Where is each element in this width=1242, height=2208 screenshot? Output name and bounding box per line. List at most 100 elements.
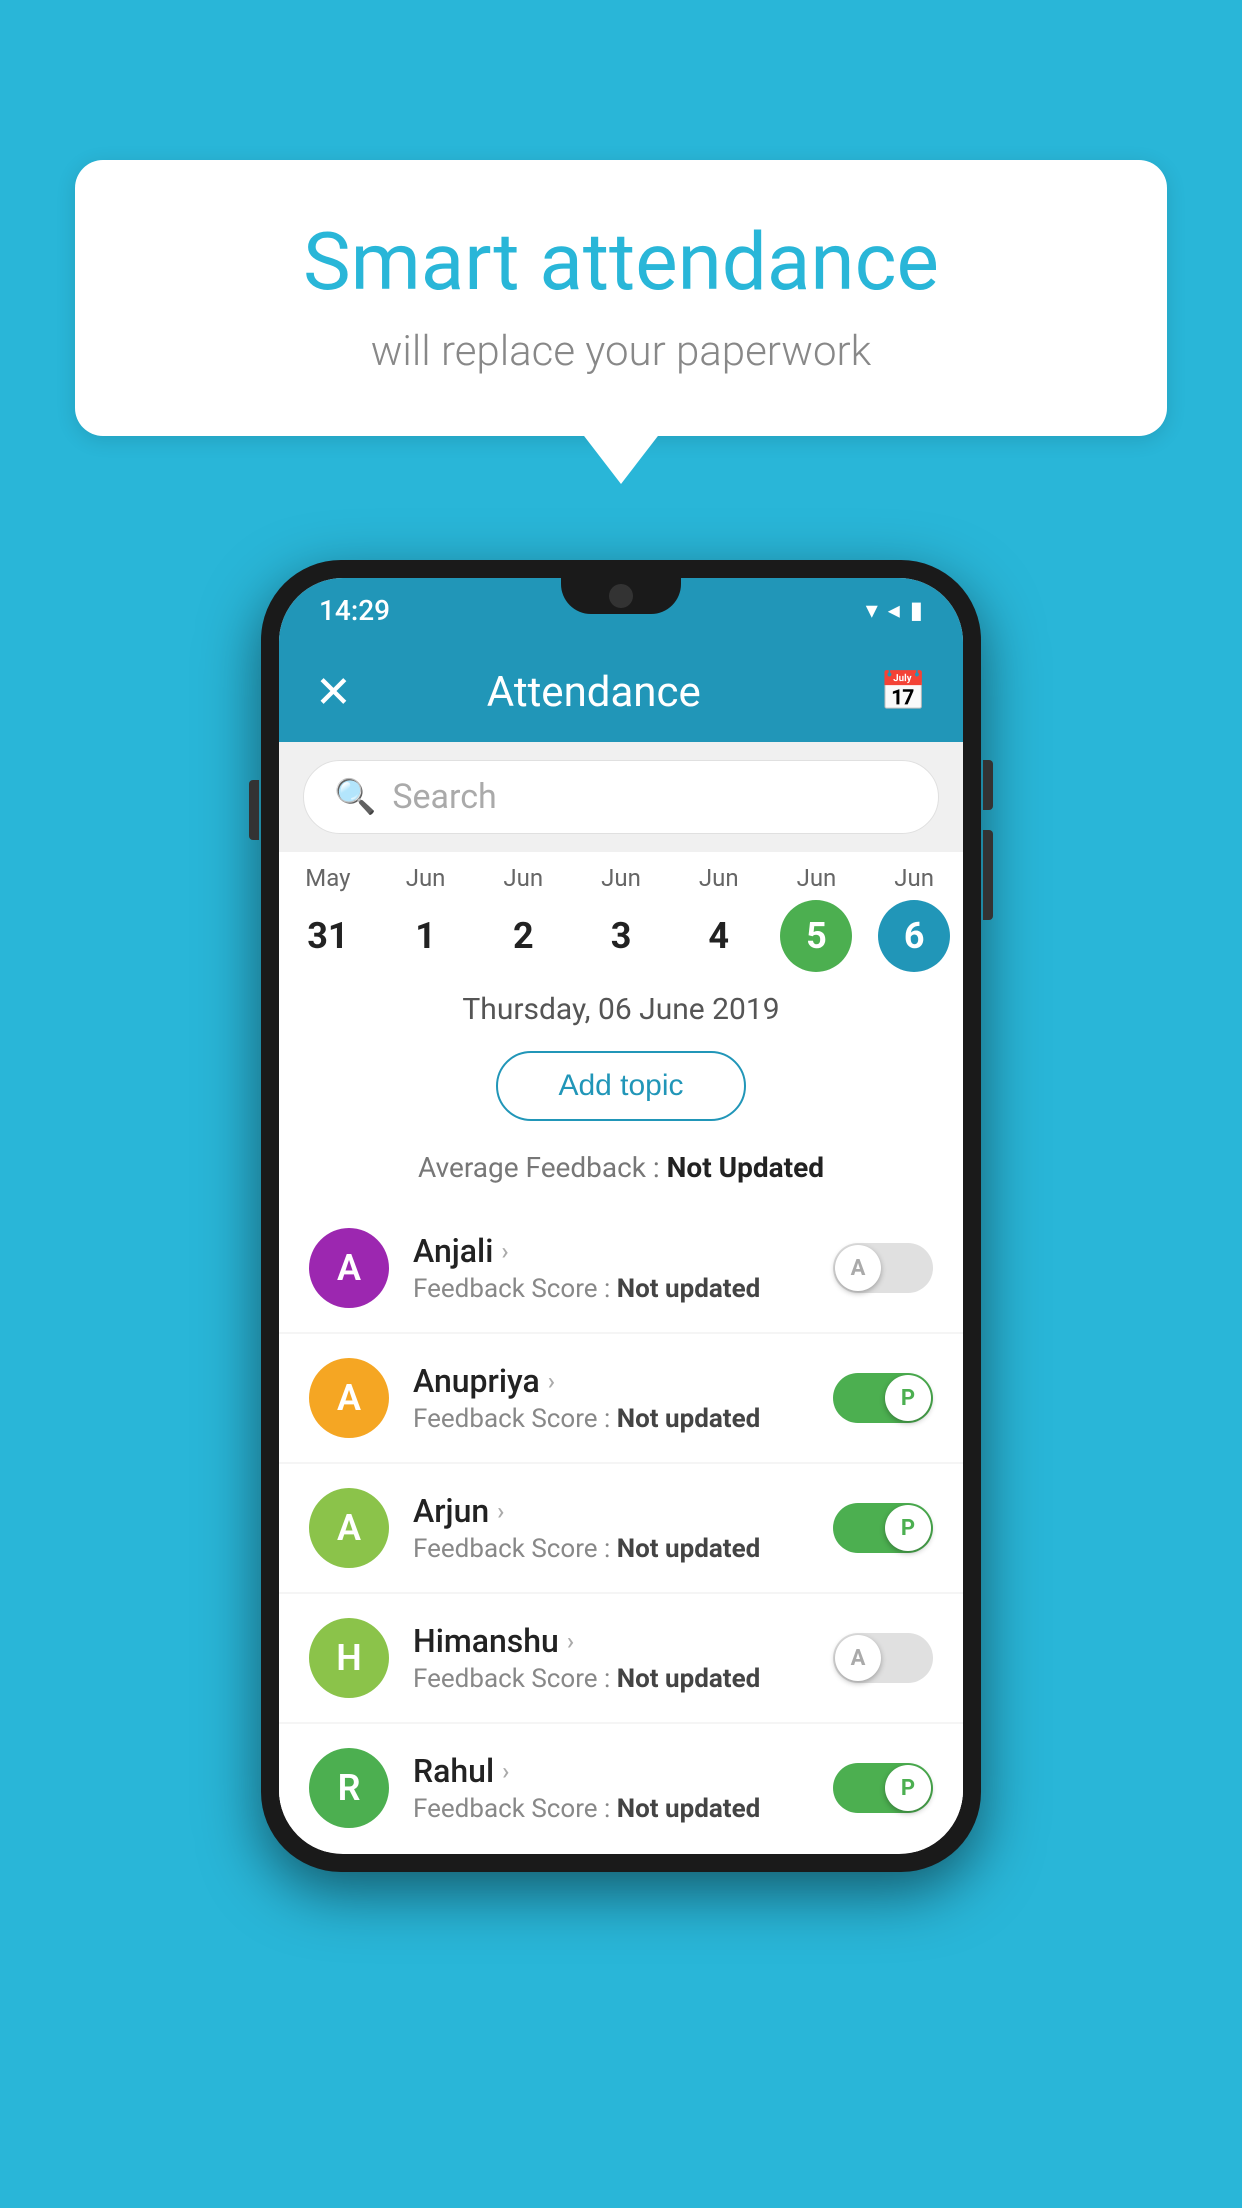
attendance-toggle[interactable]: A — [833, 1633, 933, 1683]
cal-date[interactable]: 1 — [390, 900, 462, 972]
search-bar[interactable]: 🔍 Search — [303, 760, 939, 834]
phone-screen: 14:29 ▾ ◂ ▮ ✕ Attendance 📅 🔍 Search — [279, 578, 963, 1854]
selected-date-label: Thursday, 06 June 2019 — [279, 972, 963, 1037]
phone-volume-button — [249, 780, 259, 840]
phone-device: 14:29 ▾ ◂ ▮ ✕ Attendance 📅 🔍 Search — [261, 560, 981, 1872]
student-info: Anjali › Feedback Score : Not updated — [413, 1232, 809, 1304]
student-avatar: H — [309, 1618, 389, 1698]
toggle-switch[interactable]: P — [833, 1763, 933, 1813]
cal-date[interactable]: 31 — [292, 900, 364, 972]
calendar-col-0[interactable]: May 31 — [279, 864, 377, 972]
student-feedback: Feedback Score : Not updated — [413, 1274, 809, 1304]
feedback-average: Average Feedback : Not Updated — [279, 1151, 963, 1204]
toggle-knob: P — [885, 1505, 931, 1551]
phone-power-button — [983, 760, 993, 810]
student-name: Anjali › — [413, 1232, 809, 1270]
attendance-toggle[interactable]: P — [833, 1763, 933, 1813]
feedback-avg-value: Not Updated — [667, 1151, 824, 1184]
bubble-subtitle: will replace your paperwork — [135, 327, 1107, 376]
student-info: Arjun › Feedback Score : Not updated — [413, 1492, 809, 1564]
search-container: 🔍 Search — [279, 742, 963, 852]
calendar-col-3[interactable]: Jun3 — [572, 864, 670, 972]
cal-date[interactable]: 5 — [780, 900, 852, 972]
calendar-row: May 31 Jun 1 Jun 2Jun3 Jun 4 Jun 5 Jun 6 — [279, 852, 963, 972]
toggle-knob: P — [885, 1765, 931, 1811]
toggle-switch[interactable]: A — [833, 1243, 933, 1293]
bubble-title: Smart attendance — [135, 215, 1107, 309]
speech-bubble-wrapper: Smart attendance will replace your paper… — [75, 160, 1167, 436]
student-list: AAnjali ›Feedback Score : Not updatedAAA… — [279, 1204, 963, 1852]
calendar-col-4[interactable]: Jun 4 — [670, 864, 768, 972]
chevron-right-icon: › — [548, 1367, 555, 1395]
attendance-toggle[interactable]: P — [833, 1503, 933, 1553]
toggle-knob: A — [835, 1245, 881, 1291]
chevron-right-icon: › — [497, 1497, 504, 1525]
feedback-value: Not updated — [617, 1404, 761, 1434]
student-name: Anupriya › — [413, 1362, 809, 1400]
student-item-2[interactable]: A Arjun › Feedback Score : Not updated P — [279, 1464, 963, 1592]
student-avatar: A — [309, 1488, 389, 1568]
feedback-value: Not updated — [617, 1534, 761, 1564]
battery-icon: ▮ — [910, 596, 923, 624]
header-title: Attendance — [308, 668, 880, 717]
feedback-value: Not updated — [617, 1664, 761, 1694]
chevron-right-icon: › — [501, 1237, 508, 1265]
cal-month: Jun — [503, 864, 543, 892]
feedback-value: Not updated — [617, 1274, 761, 1304]
student-info: Anupriya › Feedback Score : Not updated — [413, 1362, 809, 1434]
toggle-switch[interactable]: P — [833, 1503, 933, 1553]
toggle-switch[interactable]: P — [833, 1373, 933, 1423]
student-feedback: Feedback Score : Not updated — [413, 1534, 809, 1564]
calendar-col-5[interactable]: Jun 5 — [768, 864, 866, 972]
search-input[interactable]: Search — [392, 777, 496, 817]
student-name: Arjun › — [413, 1492, 809, 1530]
student-info: Rahul › Feedback Score : Not updated — [413, 1752, 809, 1824]
search-icon: 🔍 — [334, 777, 376, 817]
student-item-0[interactable]: AAnjali ›Feedback Score : Not updatedA — [279, 1204, 963, 1332]
calendar-icon[interactable]: 📅 — [880, 670, 927, 714]
cal-date[interactable]: 3 — [585, 900, 657, 972]
status-time: 14:29 — [319, 594, 390, 627]
cal-month: May — [305, 864, 350, 892]
calendar-col-1[interactable]: Jun 1 — [377, 864, 475, 972]
student-feedback: Feedback Score : Not updated — [413, 1664, 809, 1694]
student-avatar: A — [309, 1358, 389, 1438]
student-feedback: Feedback Score : Not updated — [413, 1794, 809, 1824]
chevron-right-icon: › — [567, 1627, 574, 1655]
cal-month: Jun — [797, 864, 837, 892]
add-topic-button[interactable]: Add topic — [496, 1051, 745, 1121]
status-icons: ▾ ◂ ▮ — [866, 596, 923, 624]
calendar-col-6[interactable]: Jun 6 — [865, 864, 963, 972]
attendance-toggle[interactable]: P — [833, 1373, 933, 1423]
student-avatar: R — [309, 1748, 389, 1828]
speech-bubble: Smart attendance will replace your paper… — [75, 160, 1167, 436]
chevron-right-icon: › — [502, 1757, 509, 1785]
toggle-knob: P — [885, 1375, 931, 1421]
cal-date[interactable]: 4 — [683, 900, 755, 972]
app-header: ✕ Attendance 📅 — [279, 642, 963, 742]
cal-month: Jun — [699, 864, 739, 892]
wifi-icon: ▾ — [866, 596, 878, 624]
student-feedback: Feedback Score : Not updated — [413, 1404, 809, 1434]
student-item-3[interactable]: H Himanshu › Feedback Score : Not updated A — [279, 1594, 963, 1722]
phone-wrapper: 14:29 ▾ ◂ ▮ ✕ Attendance 📅 🔍 Search — [261, 560, 981, 1872]
student-name: Himanshu › — [413, 1622, 809, 1660]
student-info: Himanshu › Feedback Score : Not updated — [413, 1622, 809, 1694]
cal-date[interactable]: 6 — [878, 900, 950, 972]
cal-month: Jun — [894, 864, 934, 892]
cal-date[interactable]: 2 — [487, 900, 559, 972]
student-name: Rahul › — [413, 1752, 809, 1790]
feedback-value: Not updated — [617, 1794, 761, 1824]
attendance-toggle[interactable]: A — [833, 1243, 933, 1293]
toggle-knob: A — [835, 1635, 881, 1681]
cal-month: Jun — [406, 864, 446, 892]
phone-notch — [561, 578, 681, 614]
student-item-4[interactable]: R Rahul › Feedback Score : Not updated P — [279, 1724, 963, 1852]
phone-camera — [609, 584, 633, 608]
feedback-avg-label: Average Feedback : — [418, 1151, 660, 1184]
toggle-switch[interactable]: A — [833, 1633, 933, 1683]
phone-volume-down-button — [983, 830, 993, 920]
calendar-col-2[interactable]: Jun 2 — [474, 864, 572, 972]
signal-icon: ◂ — [888, 596, 900, 624]
student-item-1[interactable]: A Anupriya › Feedback Score : Not updated P — [279, 1334, 963, 1462]
